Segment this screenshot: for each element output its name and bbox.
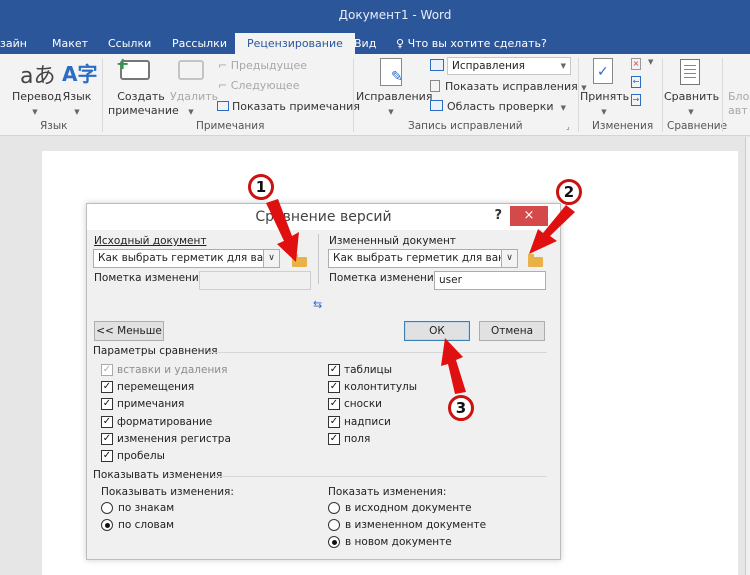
arrow-to-original-folder — [266, 199, 299, 262]
arrow-to-revised-folder — [529, 205, 575, 254]
annotation-arrows — [266, 199, 575, 394]
arrow-to-ok-button — [441, 338, 466, 394]
